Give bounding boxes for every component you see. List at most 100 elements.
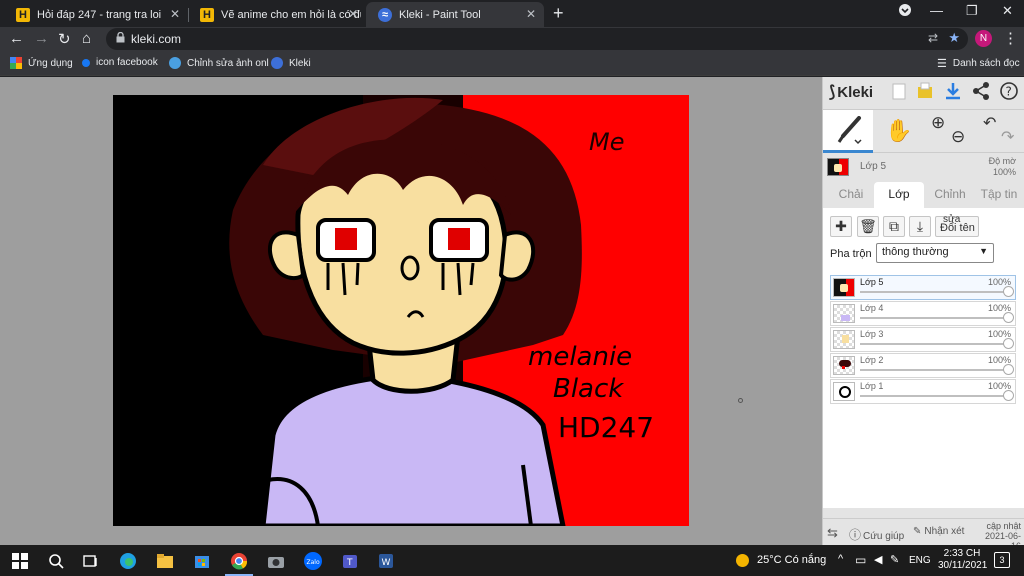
svg-text:?: ?: [1006, 85, 1012, 99]
new-image-icon[interactable]: [889, 81, 909, 101]
restore-icon[interactable]: ❐: [966, 3, 978, 19]
tab-kleki[interactable]: ≈ Kleki - Paint Tool ✕: [366, 2, 544, 27]
menu-dots-icon[interactable]: ⋮: [1003, 29, 1018, 47]
share-icon[interactable]: [971, 81, 991, 101]
layer-row-1[interactable]: Lớp 1 100%: [830, 379, 1016, 404]
language-indicator[interactable]: ENG: [909, 555, 931, 566]
close-tab-icon[interactable]: ✕: [348, 7, 358, 21]
layer-opacity-slider[interactable]: [860, 317, 1008, 319]
layer-row-4[interactable]: Lớp 4 100%: [830, 301, 1016, 326]
address-bar[interactable]: kleki.com ⇄ ★: [106, 28, 968, 50]
tray-chevron-icon[interactable]: ^: [838, 553, 843, 565]
blend-mode-select[interactable]: thông thường ▼: [876, 243, 994, 263]
add-layer-icon[interactable]: ✚: [830, 216, 852, 237]
tool-row: ✋ ⊕ ⊖ ↶ ↷: [823, 109, 1024, 153]
translate-icon[interactable]: ⇄: [928, 31, 938, 45]
feedback-link[interactable]: ✎ Nhận xét: [913, 526, 964, 537]
back-icon[interactable]: ←: [9, 30, 24, 47]
home-icon[interactable]: ⌂: [82, 30, 91, 47]
tab-hoidap[interactable]: H Hỏi đáp 247 - trang tra loi ✕: [4, 2, 188, 27]
bookmark-apps[interactable]: Ứng dụng: [10, 57, 73, 69]
drawing-canvas[interactable]: Me melanie Black HD247: [113, 95, 689, 526]
layer-opacity-slider[interactable]: [860, 343, 1008, 345]
new-tab-button[interactable]: +: [553, 3, 564, 24]
weather-temp: 25°C: [757, 554, 782, 566]
store-icon[interactable]: [192, 551, 212, 571]
apps-grid-icon: [10, 57, 22, 69]
reading-list-label: Danh sách đọc: [952, 58, 1020, 69]
swap-side-icon[interactable]: ⇆: [827, 525, 838, 541]
tab-anime[interactable]: H Vẽ anime cho em hỏi là có được ✕: [188, 2, 366, 27]
delete-layer-icon[interactable]: 🗑: [857, 216, 879, 237]
file-explorer-icon[interactable]: [155, 551, 175, 571]
canvas-area[interactable]: Me melanie Black HD247: [0, 77, 822, 545]
close-tab-icon[interactable]: ✕: [526, 7, 536, 21]
download-icon[interactable]: [943, 81, 963, 101]
teams-icon[interactable]: T: [340, 551, 360, 571]
svg-text:W: W: [382, 558, 391, 568]
forward-icon[interactable]: →: [34, 30, 49, 47]
task-view-icon[interactable]: [80, 551, 100, 571]
layer-row-5[interactable]: Lớp 5 100%: [830, 275, 1016, 300]
clock[interactable]: 2:33 CH 30/11/2021: [938, 548, 987, 572]
weather-widget[interactable]: 25°C Có nắng: [757, 554, 826, 566]
close-tab-icon[interactable]: ✕: [170, 7, 180, 21]
word-icon[interactable]: W: [376, 551, 396, 571]
layer-opacity-slider[interactable]: [860, 369, 1008, 371]
layer-opacity-slider[interactable]: [860, 291, 1008, 293]
tab-brush[interactable]: Chải: [829, 182, 873, 208]
bookmark-edit-photo[interactable]: Chỉnh sửa ảnh onl: [169, 57, 269, 69]
layer-opacity-knob[interactable]: [1002, 390, 1014, 401]
camera-icon[interactable]: [266, 551, 286, 571]
volume-icon[interactable]: ◀: [874, 553, 882, 566]
undo-icon[interactable]: ↶: [983, 113, 996, 133]
brush-tool-button[interactable]: [823, 110, 873, 153]
edge-icon[interactable]: [118, 551, 138, 571]
bookmark-icon-facebook[interactable]: icon facebook: [82, 57, 158, 68]
tab-file[interactable]: Tập tin: [974, 182, 1024, 208]
minimize-icon[interactable]: —: [930, 3, 943, 18]
bookmark-star-icon[interactable]: ★: [948, 30, 960, 46]
tab-strip: H Hỏi đáp 247 - trang tra loi ✕ H Vẽ ani…: [0, 0, 1024, 27]
reload-icon[interactable]: ↻: [58, 30, 71, 48]
current-layer-opacity: Độ mờ 100%: [989, 156, 1016, 178]
layer-opacity-knob[interactable]: [1002, 338, 1014, 349]
feedback-label: Nhận xét: [924, 526, 965, 537]
duplicate-layer-icon[interactable]: ⧉: [883, 216, 905, 237]
windows-start-icon[interactable]: [10, 551, 30, 571]
network-icon[interactable]: ▭: [855, 553, 866, 567]
layer-row-2[interactable]: Lớp 2 100%: [830, 353, 1016, 378]
merge-layer-icon[interactable]: ⤓: [909, 216, 931, 237]
close-window-icon[interactable]: ✕: [1002, 3, 1013, 19]
tab-adjust[interactable]: Chỉnh: [927, 182, 973, 208]
zalo-icon[interactable]: Zalo: [303, 551, 323, 571]
lock-icon: [116, 32, 125, 43]
help-link[interactable]: ⓘ Cứu giúp: [849, 526, 904, 543]
hand-tool-icon[interactable]: ✋: [885, 118, 912, 144]
chrome-icon[interactable]: [229, 551, 249, 571]
profile-avatar[interactable]: N: [975, 30, 992, 47]
help-icon[interactable]: ?: [999, 81, 1019, 101]
layer-opacity-slider[interactable]: [860, 395, 1008, 397]
tab-title: Kleki - Paint Tool: [399, 8, 481, 21]
pen-icon[interactable]: ✎: [890, 553, 899, 566]
layer-opacity-knob[interactable]: [1002, 312, 1014, 323]
bookmark-label: Chỉnh sửa ảnh onl: [187, 57, 269, 69]
reading-list[interactable]: ☰ Danh sách đọc: [937, 57, 1020, 70]
layer-name: Lớp 3: [860, 329, 884, 339]
tab-search-icon[interactable]: [898, 3, 912, 20]
save-icon[interactable]: [915, 81, 935, 101]
redo-icon[interactable]: ↷: [1001, 127, 1014, 147]
kleki-favicon-icon: [271, 57, 283, 69]
rename-layer-button[interactable]: sửa Đổi tên: [935, 214, 979, 237]
layer-opacity-knob[interactable]: [1002, 364, 1014, 375]
search-icon[interactable]: [46, 551, 66, 571]
layer-opacity-knob[interactable]: [1002, 286, 1014, 297]
notification-badge[interactable]: 3: [994, 552, 1010, 568]
kleki-logo-text: Kleki: [837, 83, 874, 101]
zoom-out-icon[interactable]: ⊖: [951, 127, 965, 147]
tab-layers[interactable]: Lớp: [874, 182, 924, 208]
layer-row-3[interactable]: Lớp 3 100%: [830, 327, 1016, 352]
zoom-in-icon[interactable]: ⊕: [931, 113, 945, 133]
bookmark-kleki[interactable]: Kleki: [271, 57, 311, 69]
